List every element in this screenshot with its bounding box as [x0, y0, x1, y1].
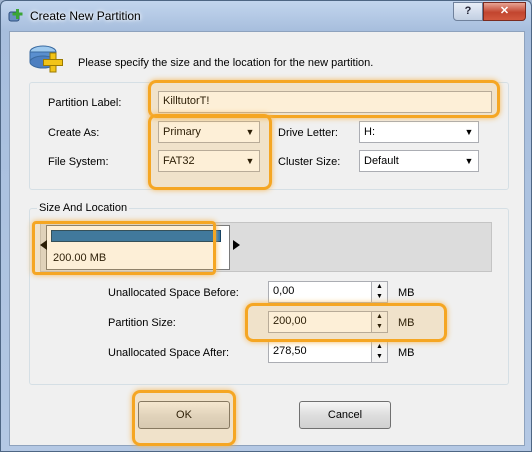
partition-label-input[interactable]: KilltutorT!: [158, 91, 492, 113]
cluster-size-label: Cluster Size:: [278, 156, 341, 168]
cluster-size-select[interactable]: Default ▼: [359, 150, 479, 172]
intro-text: Please specify the size and the location…: [78, 57, 374, 69]
dialog-window: Create New Partition ? ✕ Please specify …: [0, 0, 532, 452]
unallocated-before-input[interactable]: 0,00: [268, 281, 372, 303]
create-as-select[interactable]: Primary ▼: [158, 121, 260, 143]
disk-add-icon: [29, 45, 63, 73]
partition-add-icon: [8, 9, 23, 22]
partition-label-label: Partition Label:: [48, 97, 122, 109]
create-as-label: Create As:: [48, 127, 100, 139]
drive-letter-label: Drive Letter:: [278, 127, 338, 139]
ok-button[interactable]: OK: [138, 401, 230, 429]
partition-bar: [51, 230, 221, 242]
chevron-down-icon[interactable]: ▼: [460, 151, 478, 171]
partition-size-display: 200.00 MB: [53, 252, 107, 264]
dialog-body: Please specify the size and the location…: [9, 31, 525, 446]
unallocated-after-input[interactable]: 278,50: [268, 341, 372, 363]
partition-block[interactable]: 200.00 MB: [46, 225, 230, 270]
unallocated-after-spinner[interactable]: 278,50 ▲ ▼: [268, 341, 388, 363]
unit-label: MB: [398, 287, 415, 299]
partition-size-spinner[interactable]: 200,00 ▲ ▼: [268, 311, 388, 333]
close-button[interactable]: ✕: [483, 2, 526, 21]
unit-label: MB: [398, 347, 415, 359]
chevron-down-icon[interactable]: ▼: [241, 122, 259, 142]
size-location-title: Size And Location: [37, 202, 130, 214]
drive-letter-value: H:: [364, 126, 375, 138]
file-system-select[interactable]: FAT32 ▼: [158, 150, 260, 172]
cluster-size-value: Default: [364, 155, 399, 167]
resize-left-handle-icon[interactable]: [40, 240, 47, 250]
spin-arrows-icon[interactable]: ▲ ▼: [372, 281, 388, 303]
chevron-down-icon[interactable]: ▼: [460, 122, 478, 142]
resize-right-handle-icon[interactable]: [233, 240, 240, 250]
window-title: Create New Partition: [30, 9, 141, 23]
partition-size-label: Partition Size:: [108, 317, 176, 329]
spin-arrows-icon[interactable]: ▲ ▼: [372, 311, 388, 333]
partition-size-input[interactable]: 200,00: [268, 311, 372, 333]
unallocated-before-label: Unallocated Space Before:: [108, 287, 239, 299]
cancel-button[interactable]: Cancel: [299, 401, 391, 429]
unit-label: MB: [398, 317, 415, 329]
file-system-value: FAT32: [163, 155, 195, 167]
drive-letter-select[interactable]: H: ▼: [359, 121, 479, 143]
spin-arrows-icon[interactable]: ▲ ▼: [372, 341, 388, 363]
chevron-down-icon[interactable]: ▼: [241, 151, 259, 171]
help-button[interactable]: ?: [453, 2, 483, 21]
unallocated-after-label: Unallocated Space After:: [108, 347, 230, 359]
unallocated-before-spinner[interactable]: 0,00 ▲ ▼: [268, 281, 388, 303]
file-system-label: File System:: [48, 156, 109, 168]
create-as-value: Primary: [163, 126, 201, 138]
title-bar[interactable]: Create New Partition ? ✕: [1, 1, 531, 29]
